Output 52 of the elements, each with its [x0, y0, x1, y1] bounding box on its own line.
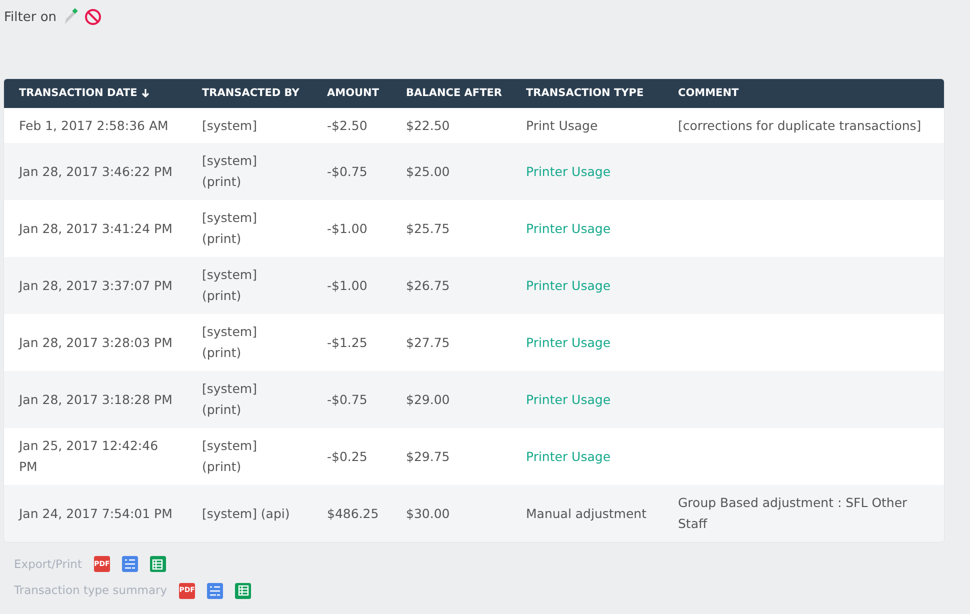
- transaction-type-link[interactable]: Printer Usage: [526, 164, 611, 179]
- export-label: Export/Print: [14, 556, 82, 573]
- comment-cell: Group Based adjustment : SFL Other Staff: [678, 495, 908, 532]
- transaction-type-link[interactable]: Printer Usage: [526, 278, 611, 293]
- amount-cell: -$0.75: [327, 164, 368, 179]
- balance-cell: $27.75: [406, 334, 450, 350]
- user-cell: [system] (api): [202, 506, 290, 521]
- amount-cell: -$0.75: [327, 392, 368, 407]
- comment-cell: [corrections for duplicate transactions]: [678, 118, 922, 133]
- sort-down-icon[interactable]: [141, 88, 150, 98]
- amount-cell: -$2.50: [327, 118, 368, 133]
- balance-cell: $22.50: [406, 118, 450, 133]
- transaction-type-link[interactable]: Printer Usage: [526, 448, 611, 464]
- transaction-type-link[interactable]: Printer Usage: [526, 220, 611, 236]
- date-cell: Jan 28, 2017 3:41:24 PM: [19, 220, 172, 236]
- date-cell: Jan 24, 2017 7:54:01 PM: [19, 506, 172, 521]
- balance-cell: $26.75: [406, 278, 450, 293]
- amount-cell: -$1.25: [327, 334, 368, 350]
- date-cell: Feb 1, 2017 2:58:36 AM: [19, 118, 168, 133]
- balance-cell: $29.00: [406, 392, 450, 407]
- date-cell: Jan 28, 2017 3:18:28 PM: [19, 392, 172, 407]
- balance-cell: $25.00: [406, 164, 450, 179]
- user-cell: [system] (print): [202, 267, 257, 304]
- user-cell: [system] (print): [202, 153, 257, 190]
- spreadsheet-icon[interactable]: [150, 556, 166, 572]
- list-icon[interactable]: [207, 582, 224, 599]
- user-cell: [system] (print): [202, 381, 257, 418]
- transaction-type-cell: Print Usage: [526, 118, 598, 133]
- amount-cell: -$1.00: [327, 278, 368, 293]
- amount-cell: -$1.00: [327, 220, 368, 236]
- column-header[interactable]: COMMENT: [678, 87, 739, 99]
- date-cell: Jan 28, 2017 3:46:22 PM: [19, 164, 172, 179]
- amount-cell: $486.25: [327, 506, 379, 521]
- clear-filter-icon[interactable]: [84, 8, 102, 26]
- balance-cell: $29.75: [406, 448, 450, 464]
- balance-cell: $25.75: [406, 220, 450, 236]
- user-cell: [system] (print): [202, 438, 257, 474]
- date-cell: Jan 25, 2017 12:42:46 PM: [19, 438, 158, 474]
- spreadsheet-icon[interactable]: [235, 582, 252, 599]
- user-cell: [system] (print): [202, 324, 257, 360]
- amount-cell: -$0.25: [327, 448, 368, 464]
- balance-cell: $30.00: [406, 506, 450, 521]
- filter-label: Filter on: [4, 9, 57, 27]
- transaction-type-link[interactable]: Printer Usage: [526, 392, 611, 407]
- date-cell: Jan 28, 2017 3:37:07 PM: [19, 278, 172, 293]
- transaction-type-cell: Manual adjustment: [526, 506, 646, 521]
- user-cell: [system] (print): [202, 210, 257, 246]
- date-cell: Jan 28, 2017 3:28:03 PM: [19, 334, 172, 350]
- export-label: Transaction type summary: [14, 582, 168, 599]
- transaction-type-link[interactable]: Printer Usage: [526, 334, 611, 350]
- list-icon[interactable]: [122, 556, 138, 572]
- user-cell: [system]: [202, 118, 257, 133]
